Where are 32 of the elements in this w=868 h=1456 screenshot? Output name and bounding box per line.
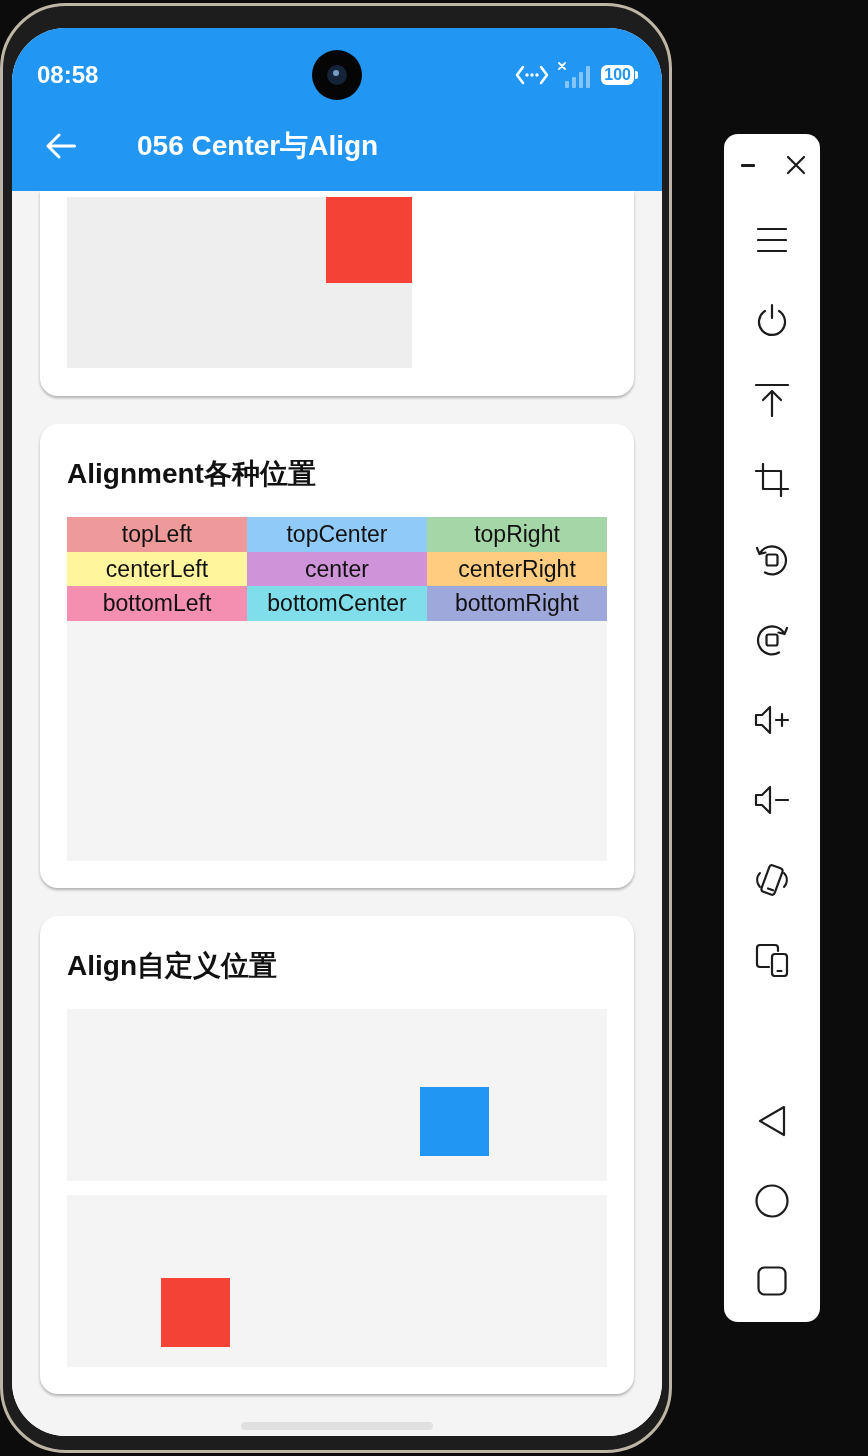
alignment-label: topRight bbox=[427, 517, 607, 552]
camera-icon bbox=[312, 50, 362, 100]
alignment-label: topCenter bbox=[247, 517, 427, 552]
home-circle-icon[interactable] bbox=[755, 1184, 789, 1218]
card-title: Alignment各种位置 bbox=[67, 457, 317, 491]
alignment-label: bottomRight bbox=[427, 586, 607, 621]
volume-down-icon[interactable] bbox=[754, 785, 790, 815]
close-icon[interactable] bbox=[786, 155, 806, 175]
rotate-right-icon[interactable] bbox=[755, 623, 789, 657]
volume-up-icon[interactable] bbox=[754, 705, 790, 735]
app-title: 056 Center与Align bbox=[137, 128, 379, 163]
back-arrow-icon[interactable] bbox=[46, 132, 76, 159]
menu-icon[interactable] bbox=[757, 227, 787, 253]
alignment-label: centerLeft bbox=[67, 551, 247, 587]
alignment-label: centerRight bbox=[427, 551, 607, 587]
rotate-phone-icon[interactable] bbox=[755, 862, 789, 898]
alignment-label: bottomLeft bbox=[67, 586, 247, 621]
power-icon[interactable] bbox=[756, 303, 788, 337]
recents-square-icon[interactable] bbox=[757, 1266, 787, 1296]
back-triangle-icon[interactable] bbox=[757, 1104, 787, 1138]
crop-icon[interactable] bbox=[755, 463, 789, 497]
devices-icon[interactable] bbox=[755, 943, 789, 977]
minimize-icon[interactable] bbox=[741, 163, 755, 167]
card-title: Align自定义位置 bbox=[67, 949, 278, 983]
alignment-label: bottomCenter bbox=[247, 586, 427, 621]
alignment-label: center bbox=[247, 551, 427, 587]
rotate-left-icon[interactable] bbox=[755, 543, 789, 577]
battery-indicator: 100 bbox=[601, 65, 638, 85]
status-time: 08:58 bbox=[37, 61, 99, 89]
data-transfer-icon bbox=[515, 65, 550, 85]
arrow-to-top-icon[interactable] bbox=[755, 383, 789, 417]
alignment-label: topLeft bbox=[67, 517, 247, 552]
